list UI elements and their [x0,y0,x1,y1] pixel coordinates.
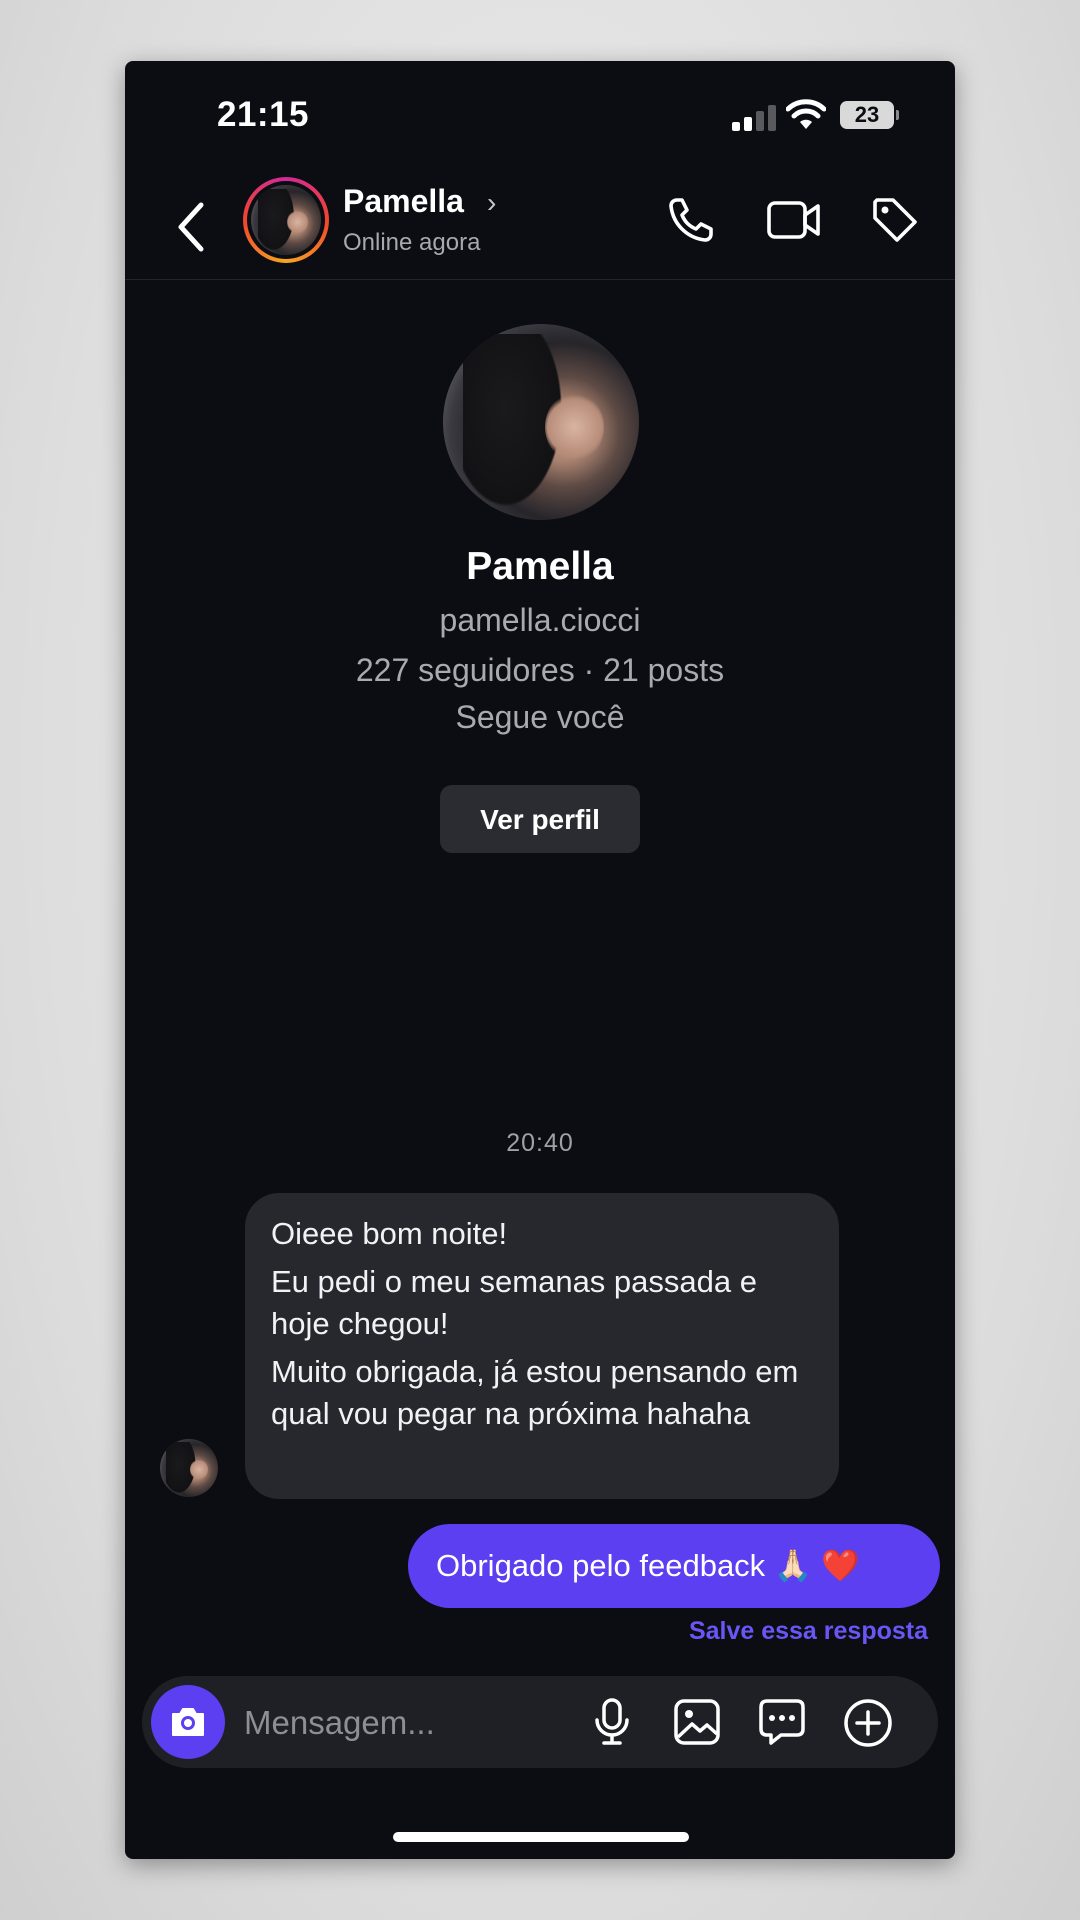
back-chevron-icon[interactable] [171,197,211,257]
battery-indicator: 23 [840,101,899,129]
incoming-message-bubble[interactable]: Oieee bom noite! Eu pedi o meu semanas p… [245,1193,839,1499]
follow-status: Segue você [455,699,625,735]
cellular-signal-icon [732,105,776,131]
phone-screen: 21:15 23 Pamella › Online agora Pamella … [125,61,955,1859]
profile-name: Pamella [466,545,614,588]
header-divider [125,279,955,280]
save-reply-link[interactable]: Salve essa resposta [689,1617,928,1646]
video-icon[interactable] [765,194,823,246]
tag-icon[interactable] [869,194,921,246]
message-composer [142,1676,938,1768]
message-line: Muito obrigada, já estou pensando em qua… [271,1354,799,1431]
outgoing-message-bubble[interactable]: Obrigado pelo feedback 🙏🏻 ❤️ [408,1524,940,1608]
avatar-photo [251,185,321,255]
presence-status: Online agora [343,229,481,256]
microphone-icon[interactable] [590,1697,634,1747]
message-line: Eu pedi o meu semanas passada e hoje che… [271,1264,757,1341]
header-contact-name[interactable]: Pamella [343,183,464,220]
camera-icon [172,1708,204,1736]
chevron-right-icon[interactable]: › [487,187,496,219]
profile-stats: 227 seguidores · 21 posts [355,652,725,688]
gallery-icon[interactable] [672,1697,722,1747]
home-indicator[interactable] [393,1832,689,1842]
header-avatar[interactable] [243,177,329,263]
battery-level: 23 [854,102,880,127]
plus-icon[interactable] [842,1697,894,1749]
message-timestamp: 20:40 [506,1129,574,1157]
sticker-chat-icon[interactable] [757,1697,807,1747]
message-line: Oieee bom noite! [271,1216,508,1251]
view-profile-button[interactable]: Ver perfil [440,785,640,853]
camera-button[interactable] [151,1685,225,1759]
message-input[interactable] [242,1696,566,1750]
wifi-icon [786,99,826,129]
phone-icon[interactable] [665,194,717,246]
profile-photo[interactable] [443,324,639,520]
sender-avatar[interactable] [160,1439,218,1497]
profile-username: pamella.ciocci [439,602,641,638]
status-time: 21:15 [217,95,310,134]
